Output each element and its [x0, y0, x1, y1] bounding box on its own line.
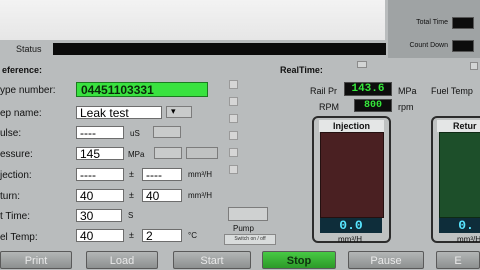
return-unit: mm³/H: [188, 191, 212, 200]
option-checkbox-2[interactable]: [229, 97, 238, 106]
injection-tolerance-field[interactable]: ----: [142, 168, 182, 182]
time-panel: Total Time Count Down: [388, 0, 480, 58]
injection-gauge-unit: mm³/H: [338, 235, 362, 244]
return-gauge-title: Retur: [437, 120, 480, 132]
rpm-display: 800: [354, 99, 392, 112]
pause-button[interactable]: Pause: [348, 251, 424, 269]
fuel-temp-label: el Temp:: [0, 232, 38, 243]
type-number-field[interactable]: 04451103331: [76, 82, 208, 97]
fuel-temp-tolerance-field[interactable]: 2: [142, 229, 182, 243]
option-checkbox-3[interactable]: [229, 114, 238, 123]
step-name-label: ep name:: [0, 108, 42, 119]
total-time-label: Total Time: [416, 19, 448, 26]
pump-switch-label: Switch on / off: [224, 234, 276, 245]
count-down-display: [452, 40, 474, 52]
return-label: turn:: [0, 191, 21, 202]
rpm-unit: rpm: [398, 102, 414, 112]
realtime-panel: RealTime: Rail Pr 143.6 MPa Fuel Temp RP…: [278, 58, 480, 248]
pulse-stepper[interactable]: [153, 126, 181, 138]
return-tolerance-field[interactable]: 40: [142, 189, 182, 203]
test-time-label: t Time:: [0, 211, 31, 222]
realtime-indicator: [357, 61, 367, 68]
status-bar: [53, 43, 386, 55]
test-time-unit: S: [128, 211, 134, 220]
return-gauge-unit: mm³/H: [457, 235, 480, 244]
chevron-down-icon: ▾: [171, 106, 176, 116]
injection-field[interactable]: ----: [76, 168, 124, 182]
option-checkbox-4[interactable]: [229, 131, 238, 140]
return-tolerance-sign: ±: [129, 190, 134, 200]
fuel-temp-unit: °C: [188, 231, 197, 240]
test-time-field[interactable]: 30: [76, 209, 122, 223]
total-time-display: [452, 17, 474, 29]
option-checkbox-6[interactable]: [229, 165, 238, 174]
injection-value: 0.0: [320, 218, 382, 233]
start-button[interactable]: Start: [173, 251, 251, 269]
pulse-unit: uS: [130, 129, 140, 138]
injection-tolerance-sign: ±: [129, 169, 134, 179]
rail-pressure-unit: MPa: [398, 86, 417, 96]
type-number-label: ype number:: [0, 85, 56, 96]
option-checkbox-1[interactable]: [229, 80, 238, 89]
status-label: Status: [16, 44, 42, 54]
reference-panel: eference: ype number: 04451103331 ep nam…: [0, 58, 276, 248]
fuel-temp-tolerance-sign: ±: [129, 230, 134, 240]
print-button[interactable]: Print: [0, 251, 72, 269]
fuel-temp-realtime-label: Fuel Temp: [431, 86, 473, 96]
return-bar: [439, 132, 480, 218]
load-button[interactable]: Load: [86, 251, 158, 269]
pressure-field[interactable]: 145: [76, 147, 124, 161]
pressure-apply-button[interactable]: [186, 147, 218, 159]
rail-pressure-label: Rail Pr: [310, 86, 338, 96]
count-down-label: Count Down: [409, 42, 448, 49]
injection-gauge: Injection 0.0 mm³/H: [312, 116, 391, 244]
injection-unit: mm³/H: [188, 170, 212, 179]
stop-button[interactable]: Stop: [262, 251, 336, 269]
pressure-unit: MPa: [128, 150, 145, 159]
pulse-field[interactable]: ----: [76, 126, 124, 140]
return-gauge: Retur 0. mm³/H: [431, 116, 480, 244]
injection-label: jection:: [0, 170, 32, 181]
pressure-stepper[interactable]: [154, 147, 182, 159]
step-name-dropdown[interactable]: ▾: [166, 106, 192, 118]
exit-button[interactable]: E: [436, 251, 480, 269]
injection-gauge-title: Injection: [319, 120, 384, 132]
return-field[interactable]: 40: [76, 189, 124, 203]
option-checkbox-5[interactable]: [229, 148, 238, 157]
option-checkbox-c[interactable]: [470, 62, 478, 70]
return-value: 0.: [439, 218, 480, 233]
pressure-label: essure:: [0, 149, 33, 160]
top-header-area: [0, 0, 385, 40]
pump-toggle[interactable]: [228, 207, 268, 221]
realtime-header: RealTime:: [280, 65, 323, 75]
injection-bar: [320, 132, 384, 218]
rpm-label: RPM: [319, 102, 339, 112]
pulse-label: ulse:: [0, 128, 22, 139]
pump-label: Pump: [233, 224, 254, 233]
rail-pressure-display: 143.6: [344, 82, 392, 96]
reference-header: eference:: [2, 65, 43, 75]
fuel-temp-field[interactable]: 40: [76, 229, 124, 243]
step-name-field[interactable]: Leak test: [76, 106, 162, 120]
